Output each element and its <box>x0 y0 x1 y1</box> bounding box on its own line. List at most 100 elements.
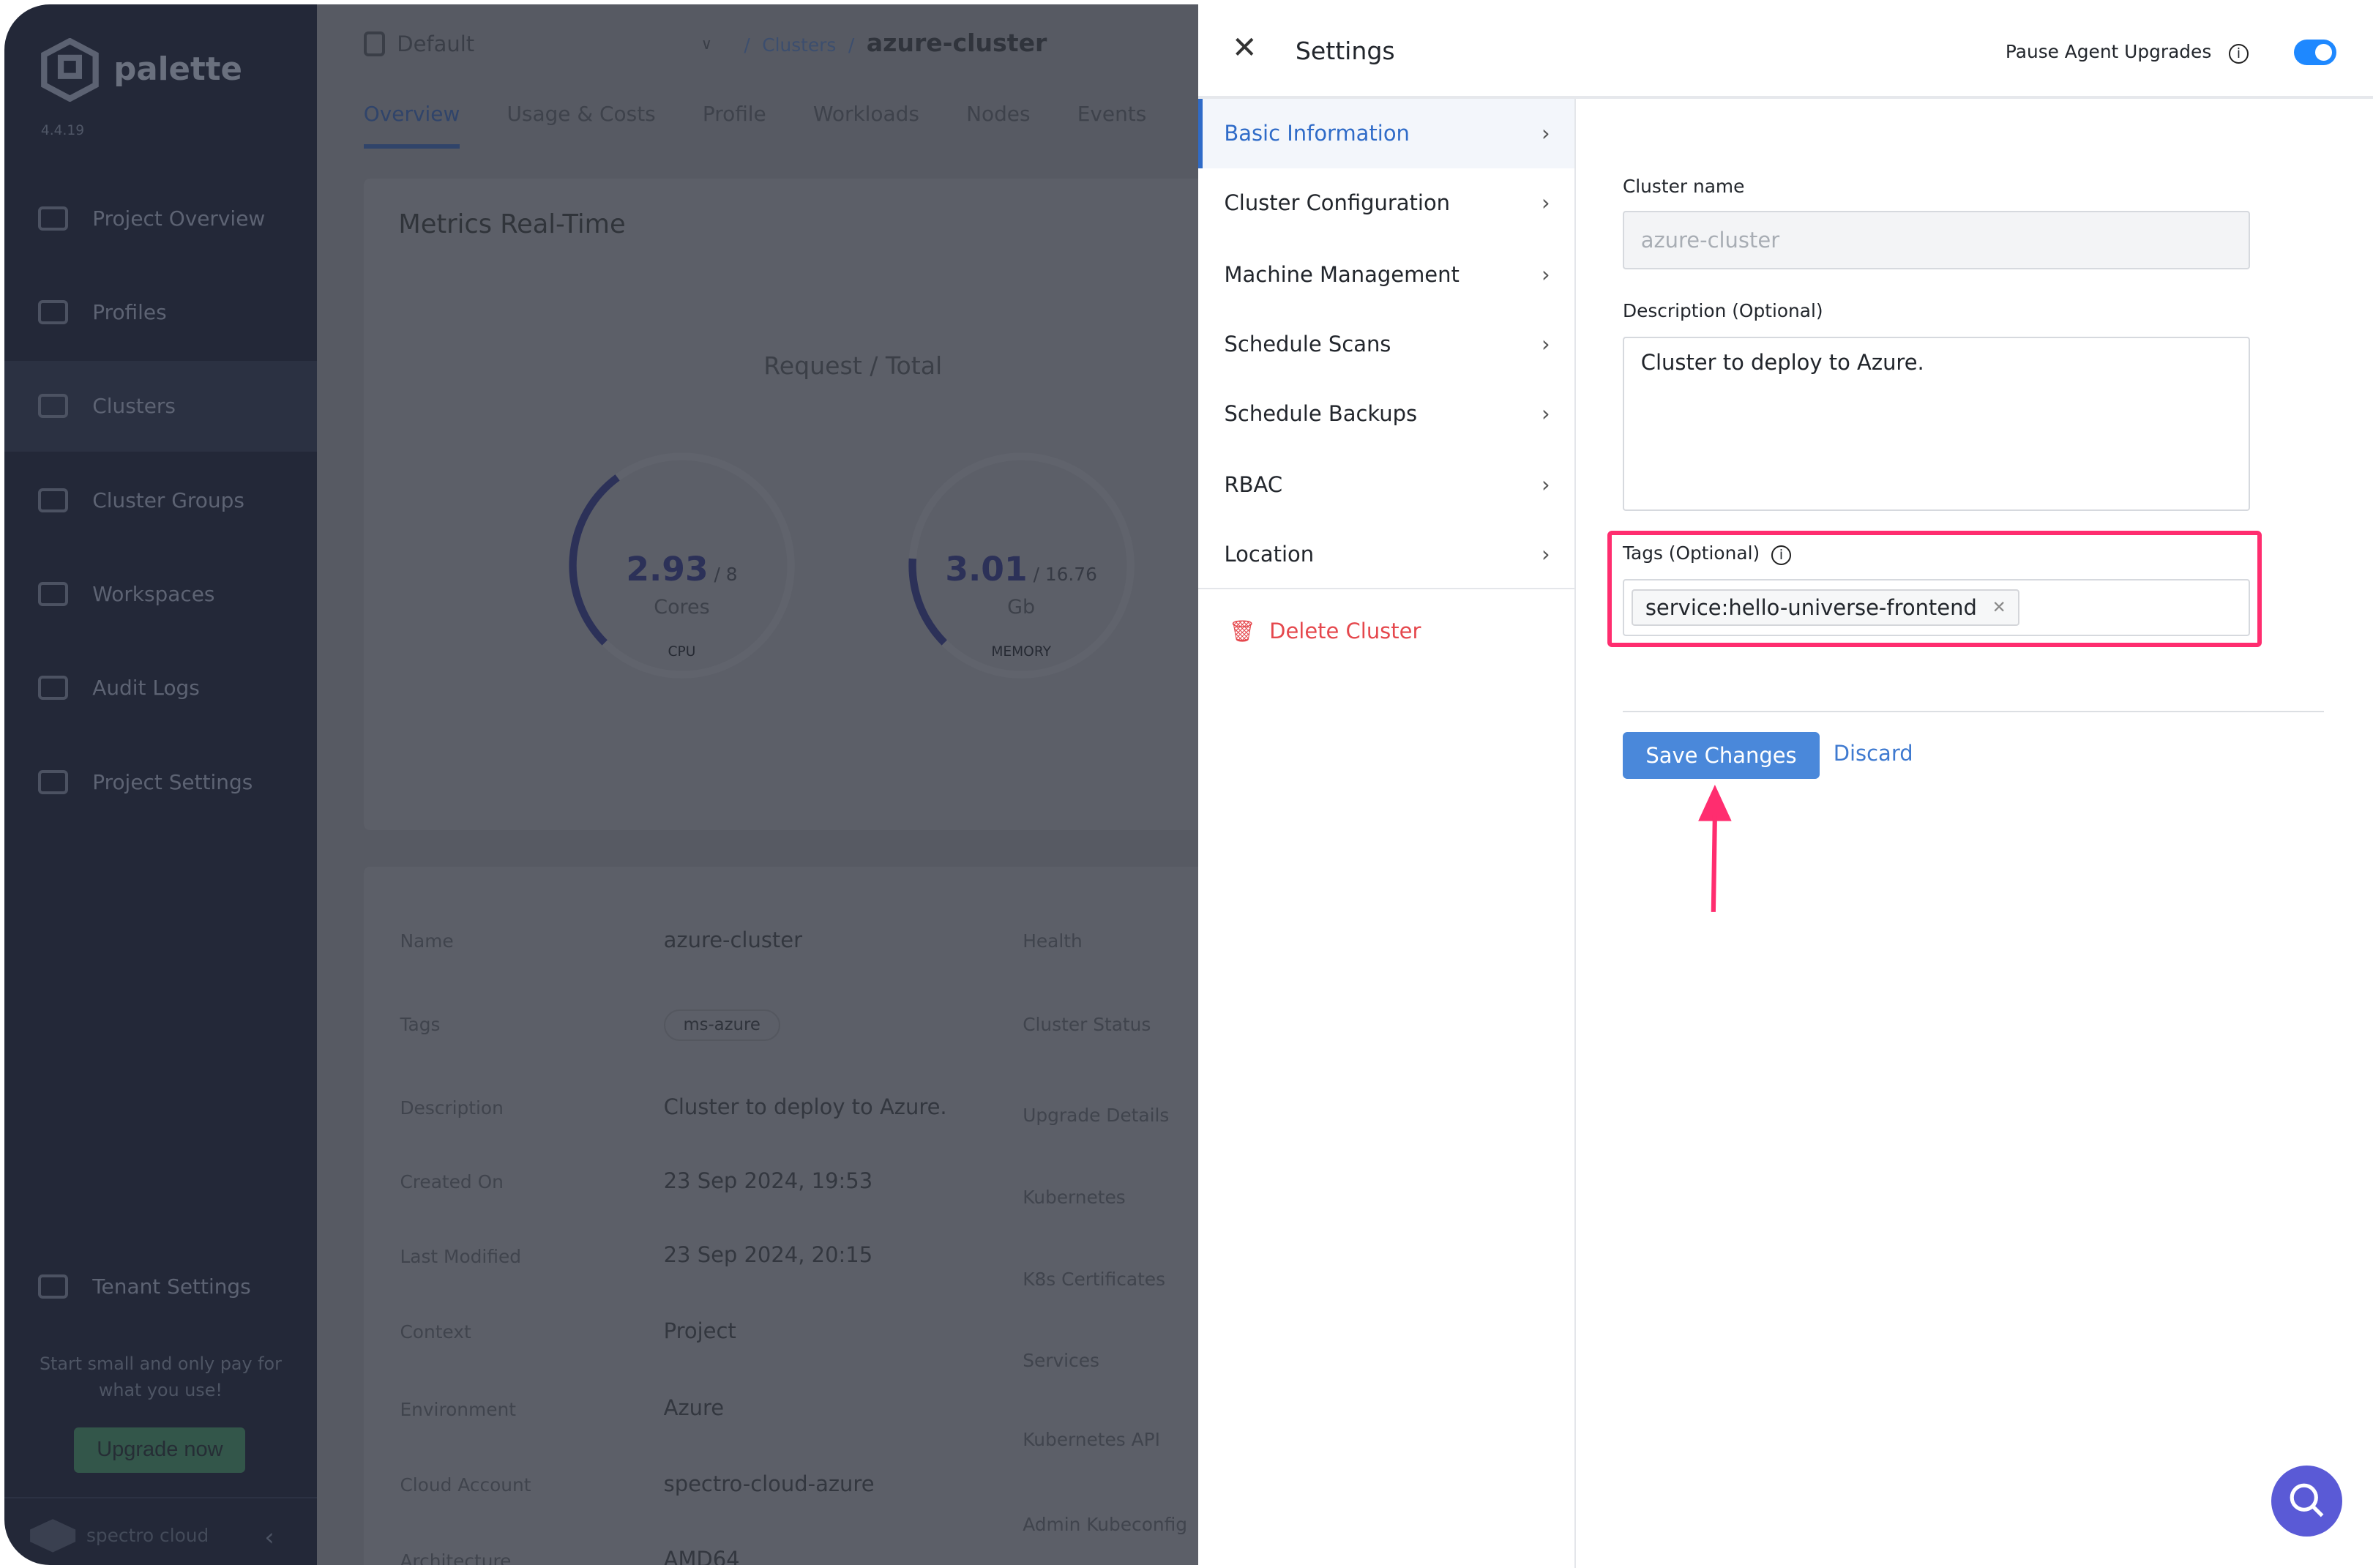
label: Schedule Scans <box>1224 331 1391 356</box>
discard-button[interactable]: Discard <box>1834 741 1913 766</box>
label: Workspaces <box>92 581 215 606</box>
description-label: Description (Optional) <box>1622 299 1823 321</box>
sidebar: palette 4.4.19 Project Overview Profiles… <box>4 4 317 1566</box>
tab-usage-costs[interactable]: Usage & Costs <box>507 102 655 149</box>
chevron-right-icon: › <box>1541 261 1550 287</box>
tab-workloads[interactable]: Workloads <box>813 102 919 149</box>
promo-text: Start small and only pay for what you us… <box>39 1354 282 1400</box>
sidebar-item-audit-logs[interactable]: Audit Logs <box>4 643 316 733</box>
detail-value: spectro-cloud-azure <box>663 1471 875 1496</box>
chevron-right-icon: › <box>1541 541 1550 567</box>
collapse-sidebar-icon[interactable]: ‹ <box>264 1523 274 1551</box>
detail-value: 23 Sep 2024, 20:15 <box>663 1242 873 1268</box>
memory-value: 3.01 <box>945 550 1028 589</box>
tools-icon <box>37 1274 69 1299</box>
settings-nav-schedule-backups[interactable]: Schedule Backups › <box>1198 378 1574 448</box>
chevron-right-icon: › <box>1541 401 1550 427</box>
project-name: Default <box>397 31 475 56</box>
spectro-cloud-logo-icon <box>30 1519 76 1553</box>
pause-agent-upgrades-toggle[interactable] <box>2293 39 2336 65</box>
detail-label: Upgrade Details <box>1023 1105 1170 1127</box>
settings-title: Settings <box>1295 36 1395 65</box>
cluster-name-input[interactable]: azure-cluster <box>1622 210 2250 270</box>
cpu-total: / 8 <box>714 564 738 586</box>
tag-chip: service:hello-universe-frontend ✕ <box>1632 589 2020 626</box>
label: RBAC <box>1224 472 1283 498</box>
search-help-button[interactable] <box>2271 1465 2343 1537</box>
divider <box>1622 710 2325 712</box>
audit-logs-icon <box>37 676 69 701</box>
label: Machine Management <box>1224 261 1460 287</box>
memory-gauge: 3.01 / 16.76 Gb MEMORY <box>900 444 1143 687</box>
chevron-down-icon: ∨ <box>700 35 712 53</box>
sidebar-item-workspaces[interactable]: Workspaces <box>4 548 316 639</box>
detail-label: Cluster Status <box>1023 1013 1151 1035</box>
details-card: Name azure-cluster Tags ms-azure Description… <box>363 867 1199 1566</box>
version: 4.4.19 <box>40 122 85 138</box>
detail-label: Environment <box>400 1398 516 1420</box>
label: Cluster Groups <box>92 488 244 512</box>
pause-agent-upgrades: Pause Agent Upgrades i <box>2006 41 2249 64</box>
settings-nav-machine-management[interactable]: Machine Management › <box>1198 239 1574 309</box>
label: Audit Logs <box>92 676 200 701</box>
annotation-arrow-icon <box>1698 785 1732 913</box>
settings-drawer: ✕ Settings Pause Agent Upgrades i Basic … <box>1198 0 2373 1568</box>
sidebar-item-profiles[interactable]: Profiles <box>4 266 316 357</box>
detail-value: Project <box>663 1318 736 1343</box>
project-selector[interactable]: Default ∨ <box>363 20 712 68</box>
save-changes-button[interactable]: Save Changes <box>1622 731 1820 779</box>
close-icon[interactable]: ✕ <box>1232 30 1257 65</box>
detail-label: Architecture <box>400 1550 512 1566</box>
detail-label: Name <box>400 930 454 952</box>
breadcrumb: / Clusters / azure-cluster <box>744 29 1047 58</box>
upgrade-now-button[interactable]: Upgrade now <box>74 1427 246 1474</box>
breadcrumb-clusters[interactable]: Clusters <box>762 34 836 56</box>
detail-label: Description <box>400 1097 504 1119</box>
chevron-right-icon: › <box>1541 472 1550 498</box>
description-textarea[interactable]: Cluster to deploy to Azure. <box>1622 336 2250 511</box>
sidebar-item-project-settings[interactable]: Project Settings <box>4 736 316 827</box>
settings-nav-schedule-scans[interactable]: Schedule Scans › <box>1198 309 1574 378</box>
tab-profile[interactable]: Profile <box>703 102 766 149</box>
sidebar-item-cluster-groups[interactable]: Cluster Groups <box>4 455 316 545</box>
settings-nav-cluster-configuration[interactable]: Cluster Configuration › <box>1198 168 1574 238</box>
remove-tag-icon[interactable]: ✕ <box>1992 598 2006 617</box>
label: Delete Cluster <box>1269 619 1421 644</box>
tags-input[interactable]: service:hello-universe-frontend ✕ <box>1622 578 2250 637</box>
background-app: palette 4.4.19 Project Overview Profiles… <box>4 4 1199 1566</box>
sidebar-item-project-overview[interactable]: Project Overview <box>4 173 316 264</box>
settings-nav-rbac[interactable]: RBAC › <box>1198 450 1574 520</box>
label: Tenant Settings <box>92 1274 251 1299</box>
settings-nav-location[interactable]: Location › <box>1198 520 1574 590</box>
tab-events[interactable]: Events <box>1077 102 1147 149</box>
label: Schedule Backups <box>1224 401 1418 427</box>
detail-value: azure-cluster <box>663 927 803 952</box>
label: Cluster Configuration <box>1224 190 1451 216</box>
delete-cluster-button[interactable]: 🗑 Delete Cluster <box>1229 619 1421 644</box>
pause-label: Pause Agent Upgrades <box>2005 40 2212 62</box>
detail-label: Cloud Account <box>400 1474 531 1496</box>
info-icon[interactable]: i <box>1771 545 1791 565</box>
detail-label: K8s Certificates <box>1023 1268 1166 1290</box>
detail-value: 23 Sep 2024, 19:53 <box>663 1168 873 1193</box>
chevron-right-icon: › <box>1541 190 1550 216</box>
sidebar-footer: spectro cloud ‹ <box>4 1497 317 1565</box>
detail-value: Azure <box>663 1395 725 1421</box>
detail-value: ms-azure <box>663 1009 780 1041</box>
tag-text: service:hello-universe-frontend <box>1645 595 1977 621</box>
tabs: Overview Usage & Costs Profile Workloads… <box>363 102 1147 149</box>
detail-value: AMD64 <box>663 1547 740 1566</box>
info-icon[interactable]: i <box>2228 43 2249 64</box>
detail-label: Admin Kubeconfig <box>1023 1513 1188 1535</box>
settings-nav-basic-information[interactable]: Basic Information › <box>1198 98 1574 168</box>
tab-overview[interactable]: Overview <box>363 102 460 149</box>
tags-label: Tags (Optional) i <box>1623 542 1791 565</box>
detail-label: Health <box>1023 930 1083 952</box>
tab-nodes[interactable]: Nodes <box>966 102 1030 149</box>
sidebar-item-tenant-settings[interactable]: Tenant Settings <box>4 1241 316 1332</box>
chart-icon <box>37 206 69 231</box>
memory-label: MEMORY <box>991 643 1051 660</box>
gear-icon <box>37 769 69 794</box>
sidebar-item-clusters[interactable]: Clusters <box>4 360 317 452</box>
brand-name: palette <box>113 51 243 89</box>
